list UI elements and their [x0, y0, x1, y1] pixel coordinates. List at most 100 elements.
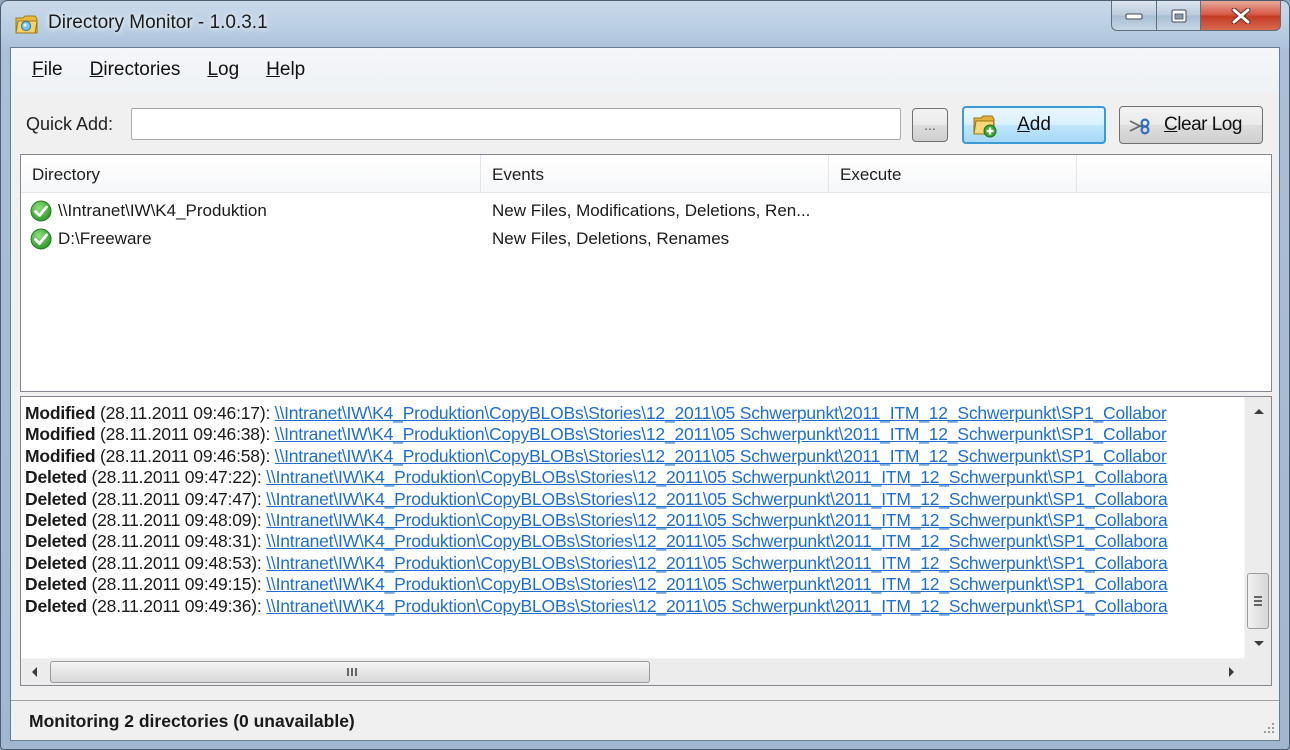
log-time: (28.11.2011 09:47:22):	[91, 467, 262, 488]
log-path-link[interactable]: \\Intranet\IW\K4_Produktion\CopyBLOBs\St…	[266, 531, 1168, 551]
close-button[interactable]	[1201, 1, 1281, 31]
window-title: Directory Monitor - 1.0.3.1	[48, 12, 268, 33]
quick-add-input[interactable]	[131, 108, 901, 140]
log-entry: Modified (28.11.2011 09:46:38): \\Intran…	[25, 424, 1241, 445]
clear-mnemonic: C	[1164, 114, 1178, 135]
log-path-link[interactable]: \\Intranet\IW\K4_Produktion\CopyBLOBs\St…	[266, 553, 1168, 573]
directory-events: New Files, Modifications, Deletions, Ren…	[492, 201, 811, 220]
menu-file[interactable]: File	[23, 59, 78, 81]
log-kind: Deleted	[25, 488, 87, 509]
minimize-icon	[1125, 13, 1143, 19]
menu-directories[interactable]: Directories	[81, 59, 196, 81]
menu-log[interactable]: Log	[198, 59, 254, 81]
column-header-filler	[1077, 155, 1271, 193]
directory-row[interactable]: \\Intranet\IW\K4_Produktion New Files, M…	[21, 197, 1271, 225]
menu-directories-mnemonic: D	[89, 59, 104, 80]
resize-grip-icon[interactable]	[1261, 722, 1275, 736]
menu-directories-label: irectories	[103, 59, 181, 80]
log-entry: Modified (28.11.2011 09:46:58): \\Intran…	[25, 446, 1241, 467]
log-time: (28.11.2011 09:49:15):	[91, 574, 262, 595]
folder-add-icon	[973, 115, 997, 138]
log-kind: Deleted	[25, 531, 87, 552]
log-time: (28.11.2011 09:48:53):	[91, 552, 262, 573]
menu-file-label: ile	[43, 59, 63, 80]
event-log[interactable]: Modified (28.11.2011 09:46:17): \\Intran…	[20, 396, 1272, 686]
log-kind: Modified	[25, 424, 96, 445]
scissors-icon	[1129, 118, 1150, 135]
log-time: (28.11.2011 09:46:17):	[100, 403, 271, 423]
folder-monitor-icon	[15, 15, 38, 34]
log-path-link[interactable]: \\Intranet\IW\K4_Produktion\CopyBLOBs\St…	[266, 596, 1168, 616]
scroll-right-icon[interactable]	[1229, 667, 1234, 677]
maximize-icon	[1171, 9, 1186, 22]
add-label-rest: dd	[1029, 114, 1051, 135]
log-entry: Deleted (28.11.2011 09:48:31): \\Intrane…	[25, 531, 1241, 552]
browse-button[interactable]: ...	[912, 108, 948, 142]
check-ok-icon	[30, 200, 52, 222]
directory-list-header: Directory Events Execute	[21, 155, 1271, 193]
menu-log-mnemonic: L	[207, 59, 219, 80]
log-kind: Deleted	[25, 574, 87, 595]
log-entry: Modified (28.11.2011 09:46:17): \\Intran…	[25, 403, 1241, 424]
menu-file-mnemonic: F	[32, 59, 44, 80]
column-header-execute[interactable]: Execute	[829, 155, 1077, 193]
add-button[interactable]: Add	[962, 106, 1106, 144]
app-window: Directory Monitor - 1.0.3.1 File Directo…	[0, 0, 1290, 750]
log-time: (28.11.2011 09:47:47):	[91, 488, 262, 509]
clear-label-rest: lear Log	[1177, 114, 1242, 135]
log-path-link[interactable]: \\Intranet\IW\K4_Produktion\CopyBLOBs\St…	[266, 510, 1168, 530]
log-kind: Deleted	[25, 595, 87, 616]
clear-log-button[interactable]: Clear Log	[1119, 106, 1263, 144]
menu-bar: File Directories Log Help	[11, 48, 1279, 92]
directory-events: New Files, Deletions, Renames	[492, 229, 730, 248]
scrollbar-corner	[1244, 658, 1271, 685]
scroll-up-icon[interactable]	[1254, 409, 1264, 414]
log-entry: Deleted (28.11.2011 09:49:15): \\Intrane…	[25, 574, 1241, 595]
log-vertical-scrollbar[interactable]	[1244, 397, 1271, 658]
log-entry: Deleted (28.11.2011 09:48:09): \\Intrane…	[25, 510, 1241, 531]
column-header-events[interactable]: Events	[481, 155, 829, 193]
log-path-link[interactable]: \\Intranet\IW\K4_Produktion\CopyBLOBs\St…	[266, 489, 1168, 509]
check-ok-icon	[30, 228, 52, 250]
menu-help-mnemonic: H	[266, 59, 280, 80]
title-bar[interactable]: Directory Monitor - 1.0.3.1	[1, 1, 1289, 47]
log-kind: Deleted	[25, 467, 87, 488]
log-horizontal-scrollbar[interactable]	[21, 658, 1244, 685]
log-path-link[interactable]: \\Intranet\IW\K4_Produktion\CopyBLOBs\St…	[275, 446, 1167, 466]
log-entry: Deleted (28.11.2011 09:47:22): \\Intrane…	[25, 467, 1241, 488]
close-icon	[1231, 7, 1250, 24]
vertical-scroll-thumb[interactable]	[1247, 573, 1269, 629]
log-path-link[interactable]: \\Intranet\IW\K4_Produktion\CopyBLOBs\St…	[275, 403, 1167, 423]
minimize-button[interactable]	[1111, 1, 1157, 31]
log-kind: Modified	[25, 445, 96, 466]
directory-list[interactable]: Directory Events Execute \\Intranet\IW\K…	[20, 154, 1272, 392]
log-path-link[interactable]: \\Intranet\IW\K4_Produktion\CopyBLOBs\St…	[275, 424, 1167, 444]
log-time: (28.11.2011 09:49:36):	[91, 595, 262, 616]
scroll-left-icon[interactable]	[32, 667, 37, 677]
log-time: (28.11.2011 09:46:58):	[100, 445, 271, 466]
log-path-link[interactable]: \\Intranet\IW\K4_Produktion\CopyBLOBs\St…	[266, 574, 1168, 594]
quick-add-label: Quick Add:	[26, 114, 114, 134]
log-entry: Deleted (28.11.2011 09:49:36): \\Intrane…	[25, 596, 1241, 617]
log-entry: Deleted (28.11.2011 09:48:53): \\Intrane…	[25, 553, 1241, 574]
status-bar: Monitoring 2 directories (0 unavailable)	[11, 700, 1279, 740]
log-path-link[interactable]: \\Intranet\IW\K4_Produktion\CopyBLOBs\St…	[266, 467, 1168, 487]
maximize-button[interactable]	[1157, 1, 1201, 31]
status-text: Monitoring 2 directories (0 unavailable)	[29, 711, 355, 731]
column-header-directory[interactable]: Directory	[21, 155, 481, 193]
quick-add-row: Quick Add: ... Add Clear Log	[11, 104, 1279, 144]
log-kind: Deleted	[25, 509, 87, 530]
scroll-down-icon[interactable]	[1254, 641, 1264, 646]
directory-row[interactable]: D:\Freeware New Files, Deletions, Rename…	[21, 225, 1271, 253]
menu-help[interactable]: Help	[257, 59, 320, 81]
log-kind: Deleted	[25, 552, 87, 573]
log-time: (28.11.2011 09:46:38):	[100, 424, 271, 445]
client-area: File Directories Log Help Quick Add: ...…	[10, 47, 1280, 741]
directory-path: D:\Freeware	[58, 229, 152, 248]
log-entry: Deleted (28.11.2011 09:47:47): \\Intrane…	[25, 489, 1241, 510]
horizontal-scroll-thumb[interactable]	[50, 661, 650, 683]
grip-icon	[1254, 596, 1262, 606]
add-button-label: Add	[1017, 114, 1051, 136]
log-time: (28.11.2011 09:48:09):	[91, 509, 262, 530]
menu-log-label: og	[218, 59, 240, 80]
